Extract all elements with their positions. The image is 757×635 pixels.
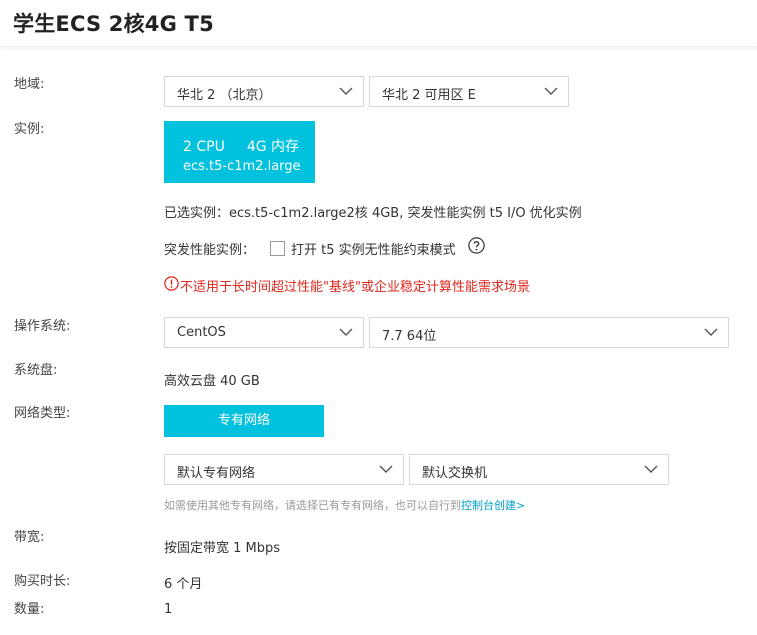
network-hint: 如需使用其他专有网络，请选择已有专有网络，也可以自行到控制台创建>: [164, 497, 525, 513]
duration-value: 6 个月: [164, 577, 203, 592]
vswitch-select[interactable]: 默认交换机: [409, 454, 669, 485]
instance-cpu: 2 CPU: [183, 139, 225, 155]
unlimited-mode-label: 打开 t5 实例无性能约束模式: [291, 243, 456, 258]
warning-icon: [164, 276, 179, 291]
network-label: 网络类型:: [14, 406, 71, 421]
chevron-down-icon: [704, 328, 718, 336]
vpc-select[interactable]: 默认专有网络: [164, 454, 404, 485]
burst-warning-text: 不适用于长时间超过性能"基线"或企业稳定计算性能需求场景: [180, 280, 530, 295]
os-version-select[interactable]: 7.7 64位: [369, 317, 729, 348]
instance-spec: 2 CPU 4G 内存: [183, 136, 299, 156]
vswitch-select-value: 默认交换机: [422, 466, 488, 481]
disk-value: 高效云盘 40 GB: [164, 374, 260, 389]
zone-select[interactable]: 华北 2 可用区 E: [369, 76, 569, 107]
instance-memory: 4G 内存: [246, 139, 300, 155]
os-version-value: 7.7 64位: [382, 329, 437, 344]
region-select[interactable]: 华北 2 （北京）: [164, 76, 364, 107]
chevron-down-icon: [544, 87, 558, 95]
page-title: 学生ECS 2核4G T5: [13, 12, 214, 36]
bandwidth-label: 带宽:: [14, 530, 45, 545]
unlimited-mode-checkbox[interactable]: [270, 241, 285, 256]
console-create-link[interactable]: 控制台创建>: [461, 499, 525, 512]
instance-type-card[interactable]: 2 CPU 4G 内存 ecs.t5-c1m2.large: [164, 121, 315, 183]
bandwidth-value: 按固定带宽 1 Mbps: [164, 541, 281, 556]
page-header: 学生ECS 2核4G T5: [0, 0, 757, 47]
os-select-value: CentOS: [177, 325, 226, 340]
region-label: 地域:: [14, 77, 45, 92]
os-select[interactable]: CentOS: [164, 317, 364, 348]
chevron-down-icon: [379, 465, 393, 473]
region-select-value: 华北 2 （北京）: [177, 88, 272, 103]
zone-select-value: 华北 2 可用区 E: [382, 88, 476, 103]
chevron-down-icon: [339, 328, 353, 336]
chevron-down-icon: [644, 465, 658, 473]
vpc-select-value: 默认专有网络: [177, 466, 256, 481]
vpc-network-button[interactable]: 专有网络: [164, 405, 324, 437]
help-icon[interactable]: [468, 237, 485, 254]
disk-label: 系统盘:: [14, 363, 58, 378]
selected-instance-text: 已选实例：ecs.t5-c1m2.large2核 4GB, 突发性能实例 t5 …: [164, 206, 582, 221]
chevron-down-icon: [339, 87, 353, 95]
os-label: 操作系统:: [14, 319, 71, 334]
quantity-value: 1: [164, 602, 173, 617]
duration-label: 购买时长:: [14, 574, 71, 589]
instance-label: 实例:: [14, 122, 45, 137]
network-hint-text: 如需使用其他专有网络，请选择已有专有网络，也可以自行到: [164, 499, 461, 512]
instance-type-name: ecs.t5-c1m2.large: [183, 159, 301, 174]
burst-performance-label: 突发性能实例：: [164, 243, 256, 258]
quantity-label: 数量:: [14, 602, 45, 617]
